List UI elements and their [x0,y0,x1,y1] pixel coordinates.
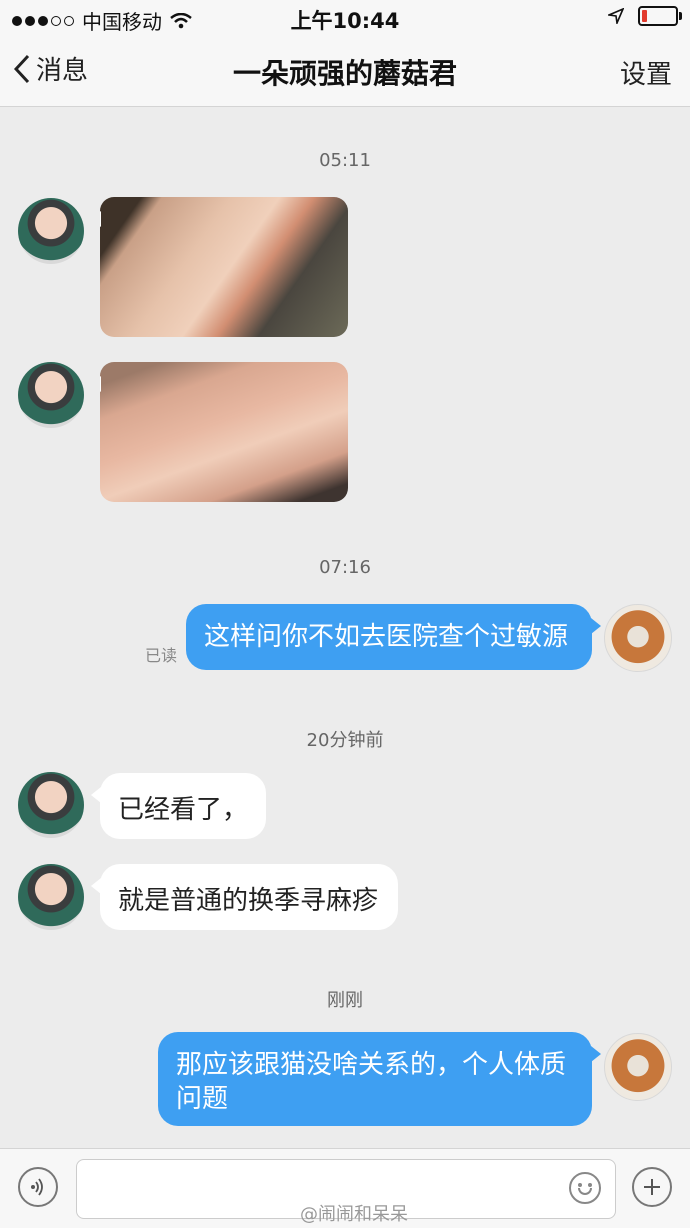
location-arrow-icon [608,8,624,24]
timestamp: 20分钟前 [306,730,384,751]
settings-button[interactable]: 设置 [620,54,672,91]
status-right [608,6,682,26]
image-message[interactable] [100,362,348,502]
avatar[interactable] [18,772,84,838]
battery-icon [638,6,682,26]
nav-bar: 消息 一朵顽强的蘑菇君 设置 [0,36,690,107]
image-message[interactable] [100,197,348,337]
avatar[interactable] [18,864,84,930]
avatar[interactable] [18,198,84,264]
read-status: 已读 [145,646,178,665]
incoming-message[interactable]: 就是普通的换季寻麻疹 [91,864,398,930]
timestamp: 刚刚 [327,990,363,1011]
chat-title: 一朵顽强的蘑菇君 [232,57,457,90]
watermark: @闹闹和呆呆 [300,1204,408,1225]
outgoing-message[interactable]: 那应该跟猫没啥关系的，个人体质问题 [158,1032,601,1126]
voice-icon[interactable] [18,1167,58,1207]
avatar[interactable] [604,604,672,672]
voice-waves-icon [31,1178,43,1196]
timestamp: 07:16 [319,557,371,578]
outgoing-message[interactable]: 这样问你不如去医院查个过敏源 [186,604,601,670]
status-time: 上午10:44 [290,9,400,33]
incoming-message[interactable]: 已经看了， [91,773,266,839]
status-bar: 中国移动 上午10:44 [0,0,690,36]
plus-glyph-icon [644,1179,660,1195]
emoji-icon[interactable] [569,1172,601,1204]
avatar[interactable] [18,362,84,428]
timestamp: 05:11 [319,150,371,171]
avatar[interactable] [604,1033,672,1101]
plus-icon[interactable] [632,1167,672,1207]
